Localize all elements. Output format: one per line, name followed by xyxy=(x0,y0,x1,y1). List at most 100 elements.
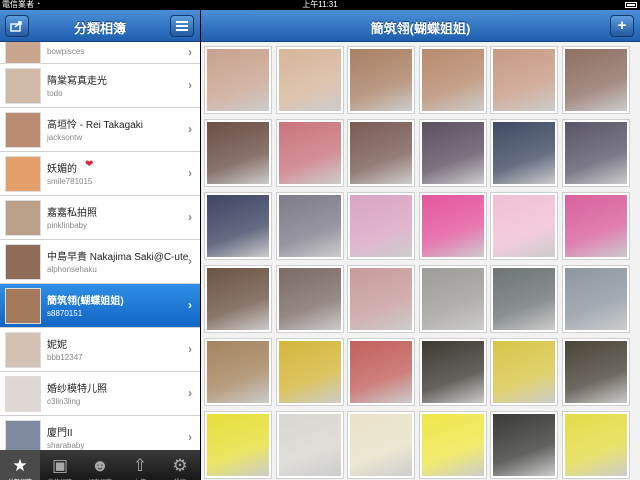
plus-icon: + xyxy=(617,17,627,34)
album-name: 婚纱模特儿照 xyxy=(47,384,107,395)
photo-thumbnail[interactable] xyxy=(561,192,630,260)
clock: 上午11:31 xyxy=(302,0,338,9)
album-list[interactable]: bowpisces › 隋棠寫真走光 todo › 高垣怜 - Rei Takagaki j… xyxy=(0,42,200,460)
tab-star[interactable]: ★分類相簿 xyxy=(0,450,40,480)
photo-thumbnail[interactable] xyxy=(275,119,344,187)
photo-thumbnail[interactable] xyxy=(347,119,415,187)
photo-image xyxy=(421,195,484,257)
album-list-item[interactable]: 嘉嘉私拍照 pinklinbaby › xyxy=(0,196,200,240)
heart-icon: ❤ xyxy=(85,159,94,170)
tab-upload[interactable]: ⇧上傳 xyxy=(120,450,160,480)
photo-thumbnail[interactable] xyxy=(418,411,487,479)
gear-icon: ⚙ xyxy=(172,456,188,475)
photo-thumbnail[interactable] xyxy=(490,46,558,114)
photo-thumbnail[interactable] xyxy=(418,265,487,333)
photo-thumbnail[interactable] xyxy=(204,46,272,114)
photo-thumbnail[interactable] xyxy=(347,192,415,260)
album-owner: todo xyxy=(47,89,63,98)
album-name: 妮妮 xyxy=(47,340,67,351)
photo-image xyxy=(421,268,484,330)
photo-thumbnail[interactable] xyxy=(418,46,487,114)
photo-thumbnail[interactable] xyxy=(490,338,558,406)
photo-grid[interactable] xyxy=(201,42,640,480)
album-thumbnail xyxy=(5,68,41,104)
photo-image xyxy=(350,49,412,111)
photo-thumbnail[interactable] xyxy=(347,338,415,406)
status-bar: 電信業者 ◔ 上午11:31 xyxy=(0,0,640,10)
photo-image xyxy=(421,414,484,476)
friends-icon: ☻ xyxy=(91,456,109,475)
photo-image xyxy=(493,414,555,476)
chevron-right-icon: › xyxy=(188,45,192,59)
photo-thumbnail[interactable] xyxy=(204,338,272,406)
photo-thumbnail[interactable] xyxy=(347,411,415,479)
photo-image xyxy=(207,268,269,330)
battery-icon xyxy=(625,2,637,8)
album-list-item[interactable]: 婚纱模特儿照 c3lin3ling › xyxy=(0,372,200,416)
photo-thumbnail[interactable] xyxy=(275,192,344,260)
photo-thumbnail[interactable] xyxy=(561,119,630,187)
album-name: 中島早貴 Nakajima Saki@C-ute xyxy=(47,252,189,263)
menu-button[interactable] xyxy=(170,15,194,37)
photo-thumbnail[interactable] xyxy=(490,192,558,260)
album-thumbnail xyxy=(5,42,41,64)
photo-thumbnail[interactable] xyxy=(204,192,272,260)
chevron-right-icon: › xyxy=(188,386,192,400)
photo-thumbnail[interactable] xyxy=(347,265,415,333)
album-thumbnail xyxy=(5,200,41,236)
photo-image xyxy=(278,414,341,476)
album-name: 廈門II xyxy=(47,428,73,439)
photo-thumbnail[interactable] xyxy=(490,119,558,187)
album-title: 簡筑翎(蝴蝶姐姐) xyxy=(370,21,471,36)
album-thumbnail xyxy=(5,112,41,148)
photo-thumbnail[interactable] xyxy=(204,411,272,479)
photo-thumbnail[interactable] xyxy=(204,119,272,187)
album-owner: bbb12347 xyxy=(47,353,83,362)
photo-image xyxy=(350,122,412,184)
album-owner: alphonsehaku xyxy=(47,265,97,274)
album-owner: s8870151 xyxy=(47,309,83,318)
photo-image xyxy=(421,122,484,184)
tab-friends[interactable]: ☻好友相簿 xyxy=(80,450,120,480)
upload-icon: ⇧ xyxy=(132,456,148,475)
chevron-right-icon: › xyxy=(188,298,192,312)
album-owner: bowpisces xyxy=(47,47,85,56)
photo-thumbnail[interactable] xyxy=(561,338,630,406)
photo-thumbnail[interactable] xyxy=(204,265,272,333)
album-list-item[interactable]: bowpisces › xyxy=(0,42,200,64)
photo-thumbnail[interactable] xyxy=(561,46,630,114)
add-button[interactable]: + xyxy=(610,15,634,37)
photo-image xyxy=(493,341,555,403)
photo-image xyxy=(278,195,341,257)
album-list-item[interactable]: 簡筑翎(蝴蝶姐姐) s8870151 › xyxy=(0,284,200,328)
album-list-item[interactable]: 妖媚的 ❤ smile781015 › xyxy=(0,152,200,196)
photo-thumbnail[interactable] xyxy=(275,411,344,479)
album-thumbnail xyxy=(5,156,41,192)
tab-bar: ★分類相簿▣我的相簿☻好友相簿⇧上傳⚙設定 xyxy=(0,450,200,480)
photo-thumbnail[interactable] xyxy=(561,265,630,333)
photo-image xyxy=(350,414,412,476)
photo-thumbnail[interactable] xyxy=(490,411,558,479)
photo-thumbnail[interactable] xyxy=(275,338,344,406)
photo-image xyxy=(207,122,269,184)
album-list-item[interactable]: 妮妮 bbb12347 › xyxy=(0,328,200,372)
photo-thumbnail[interactable] xyxy=(561,411,630,479)
photo-image xyxy=(421,341,484,403)
photo-thumbnail[interactable] xyxy=(490,265,558,333)
tab-photo[interactable]: ▣我的相簿 xyxy=(40,450,80,480)
album-list-item[interactable]: 高垣怜 - Rei Takagaki jacksontw › xyxy=(0,108,200,152)
photo-thumbnail[interactable] xyxy=(418,192,487,260)
photo-icon: ▣ xyxy=(51,456,69,475)
album-thumbnail xyxy=(5,376,41,412)
album-detail-pane: 簡筑翎(蝴蝶姐姐) + xyxy=(201,10,640,480)
photo-image xyxy=(493,268,555,330)
photo-thumbnail[interactable] xyxy=(347,46,415,114)
photo-thumbnail[interactable] xyxy=(275,46,344,114)
tab-gear[interactable]: ⚙設定 xyxy=(160,450,200,480)
photo-thumbnail[interactable] xyxy=(418,338,487,406)
album-list-item[interactable]: 中島早貴 Nakajima Saki@C-ute alphonsehaku › xyxy=(0,240,200,284)
photo-thumbnail[interactable] xyxy=(275,265,344,333)
album-list-item[interactable]: 隋棠寫真走光 todo › xyxy=(0,64,200,108)
photo-image xyxy=(493,49,555,111)
photo-thumbnail[interactable] xyxy=(418,119,487,187)
